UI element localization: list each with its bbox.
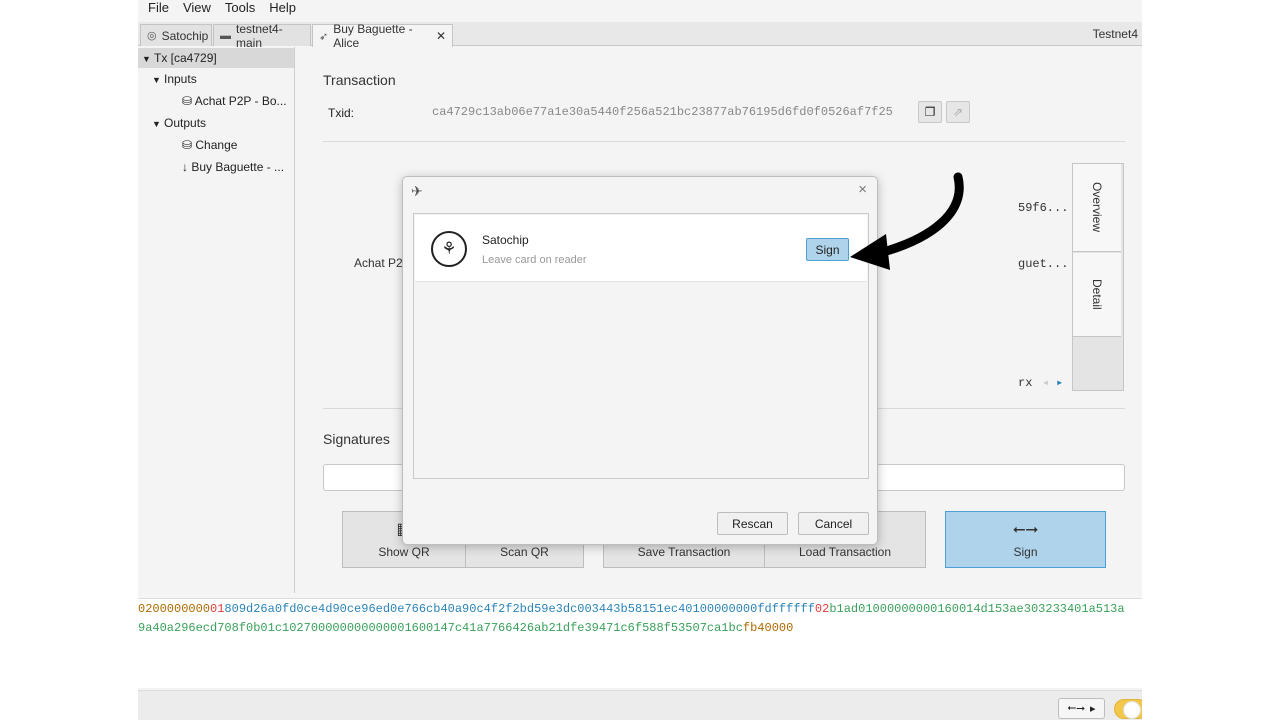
menu-view[interactable]: View [183,0,211,18]
tree-output-item[interactable]: ↓ Buy Baguette - ... [182,157,294,177]
hex-segment: 0200000000 [138,602,211,616]
view-side-tabs: Overview Detail [1072,163,1124,391]
sign-button[interactable]: ⭠⭢ Sign [945,511,1106,568]
transaction-heading: Transaction [323,72,396,88]
hex-segment: fb40000 [742,621,794,635]
device-list: ⚘ Satochip Leave card on reader Sign [413,213,869,479]
menu-tools[interactable]: Tools [225,0,255,18]
device-sign-button[interactable]: Sign [806,238,849,261]
tab-satochip[interactable]: ◎ Satochip [140,24,212,46]
tab-buy-baguette[interactable]: ➶ Buy Baguette - Alice ✕ [312,22,453,50]
expand-triangle-icon[interactable]: ▼ [152,114,164,133]
menu-help[interactable]: Help [269,0,296,18]
txid-value[interactable]: ca4729c13ab06e77a1e30a5440f256a521bc2387… [432,105,893,119]
usb-status-button[interactable]: ⭠⭢ ▸ [1058,698,1105,719]
hex-line: 9a40a296ecd708f0b01c10270000000000000160… [138,619,1142,638]
diagram-output-fragment: guet... [1018,257,1069,271]
transaction-tree: ▼ Tx [ca4729] ▼ Inputs ⛁ Achat P2P - Bo...… [138,47,295,593]
satochip-icon: ◎ [147,30,157,42]
arrow-right-icon[interactable]: ▸ [1056,375,1063,390]
txid-label: Txid: [328,106,355,120]
tab-testnet4-main[interactable]: ▬ testnet4-main [213,22,311,50]
tree-outputs[interactable]: ▼ Outputs [152,113,206,133]
cancel-button[interactable]: Cancel [798,512,869,535]
arrow-left-icon[interactable]: ◂ [1042,375,1049,390]
hex-segment: fdffffff [757,602,815,616]
menu-file[interactable]: File [148,0,169,18]
tab-label: testnet4-main [236,21,283,50]
expand-triangle-icon[interactable]: ▼ [152,70,164,89]
send-icon: ➶ [319,30,329,43]
play-icon: ▸ [1090,703,1096,715]
tab-label: Satochip [161,28,209,43]
tree-root[interactable]: ▼ Tx [ca4729] [138,48,294,68]
tab-close-icon[interactable]: ✕ [436,29,446,43]
coins-icon: ⛁ [182,94,195,108]
device-status: Leave card on reader [482,254,587,266]
sparrow-logo-icon: ✈ [411,183,423,199]
tab-overview[interactable]: Overview [1073,164,1121,252]
menu-bar: File View Tools Help [138,0,1142,18]
hex-segment: 809d26a0fd0ce4d90ce96ed0e766cb40a90c4f2f… [224,602,758,616]
satochip-logo-icon: ⚘ [431,231,467,267]
device-sign-dialog: ✈ × ⚘ Satochip Leave card on reader Sign… [402,176,878,545]
tree-inputs[interactable]: ▼ Inputs [152,69,197,89]
usb-icon: ⭠⭢ [1067,702,1086,714]
close-icon[interactable]: × [858,181,867,198]
status-bar: ⭠⭢ ▸ [138,690,1142,720]
coins-icon: ⛁ [182,138,196,152]
wallet-icon: ▬ [220,29,231,42]
tab-detail[interactable]: Detail [1073,253,1121,337]
tree-input-item[interactable]: ⛁ Achat P2P - Bo... [182,91,294,111]
open-external-icon[interactable]: ⇗ [946,101,970,123]
tab-label: Buy Baguette - Alice [333,22,413,50]
hex-line: 020000000001809d26a0fd0ce4d90ce96ed0e766… [138,600,1142,619]
hex-segment: b1ad01000000000160014d153ae303233401a513… [829,602,1125,616]
rescan-button[interactable]: Rescan [717,512,788,535]
tab-bar: ◎ Satochip ▬ testnet4-main ➶ Buy Baguett… [138,22,1142,50]
device-row: ⚘ Satochip Leave card on reader Sign [415,215,867,282]
device-name: Satochip [482,233,529,247]
copy-icon[interactable]: ❐ [918,101,942,123]
usb-icon: ⭠⭢ [1012,521,1039,538]
arrow-down-icon: ↓ [182,160,192,174]
signatures-heading: Signatures [323,431,390,447]
hex-view[interactable]: 020000000001809d26a0fd0ce4d90ce96ed0e766… [138,598,1142,688]
network-label: Testnet4 [1092,27,1138,41]
divider [323,141,1125,142]
hex-segment: 02 [814,602,830,616]
hex-segment: 01 [210,602,225,616]
expand-triangle-icon[interactable]: ▼ [142,49,154,68]
hex-segment: 9a40a296ecd708f0b01c10270000000000000160… [138,621,743,635]
tree-change-item[interactable]: ⛁ Change [182,135,237,155]
diagram-fee-fragment: rx [1018,376,1033,390]
toggle-switch[interactable] [1114,699,1142,719]
diagram-output-fragment: 59f6... [1018,201,1069,215]
